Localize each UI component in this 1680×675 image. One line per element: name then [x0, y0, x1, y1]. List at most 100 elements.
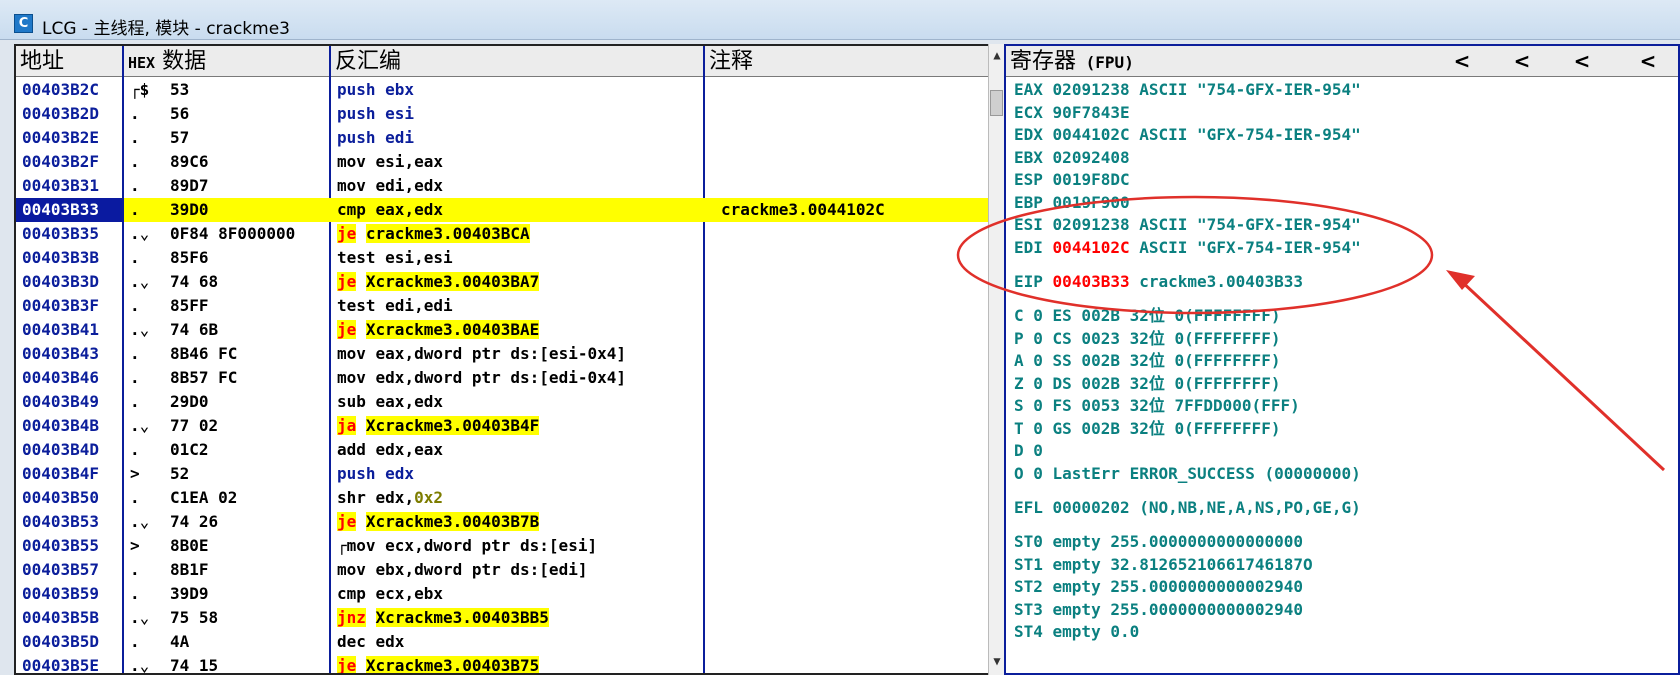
row-address: 00403B2C — [22, 80, 100, 99]
disasm-row[interactable]: 00403B53 74 26 .⌄ je Xcrackme3.00403B7B — [16, 510, 1004, 534]
disasm-row[interactable]: 00403B5B 75 58 .⌄ jnz Xcrackme3.00403BB5 — [16, 606, 1004, 630]
disasm-row[interactable]: 00403B3F 85FF. test edi,edi — [16, 294, 1004, 318]
disasm-row[interactable]: 00403B2C 53 ┌$ push ebx — [16, 78, 1004, 102]
disasm-row[interactable]: 00403B2F 89C6. mov esi,eax — [16, 150, 1004, 174]
fpu-row[interactable]: ST2 empty 255.0000000000002940 — [1014, 575, 1303, 599]
row-address: 00403B2D — [22, 104, 100, 123]
lasterr-row[interactable]: O 0 LastErr ERROR_SUCCESS (00000000) — [1014, 462, 1361, 486]
flag-d-row[interactable]: D 0 — [1014, 439, 1043, 463]
row-address: 00403B3D — [22, 272, 100, 291]
row-comment — [705, 342, 1004, 366]
disasm-row[interactable]: 00403B43 8B46 FC. mov eax,dword ptr ds:[es… — [16, 342, 1004, 366]
disassembly-header: 地址 HEX 数据 反汇编 注释 — [16, 46, 1004, 77]
row-disassembly: test edi,edi — [331, 294, 705, 318]
scroll-up-icon[interactable]: ▲ — [989, 48, 1005, 68]
register-ebx[interactable]: EBX 02092408 — [1014, 146, 1130, 170]
row-mnemonic: push — [337, 128, 376, 147]
segment-row[interactable]: Z 0 DS 002B 32位 0(FFFFFFFF) — [1014, 372, 1280, 396]
row-mnemonic: push — [337, 104, 376, 123]
register-ebp[interactable]: EBP 0019F900 — [1014, 191, 1130, 215]
disasm-row[interactable]: 00403B2D 56. push esi — [16, 102, 1004, 126]
row-operands: esi,eax — [365, 152, 443, 171]
register-ecx[interactable]: ECX 90F7843E — [1014, 101, 1130, 125]
disasm-row[interactable]: 00403B55 8B0E > ┌mov ecx,dword ptr ds:[esi] — [16, 534, 1004, 558]
disasm-row[interactable]: 00403B5D 4A. dec edx — [16, 630, 1004, 654]
segment-row[interactable]: A 0 SS 002B 32位 0(FFFFFFFF) — [1014, 349, 1280, 373]
row-operands: crackme3.00403BCA — [365, 224, 530, 243]
segment-row[interactable]: P 0 CS 0023 32位 0(FFFFFFFF) — [1014, 327, 1280, 351]
row-comment — [705, 150, 1004, 174]
segment-row[interactable]: T 0 GS 002B 32位 0(FFFFFFFF) — [1014, 417, 1280, 441]
row-address: 00403B31 — [22, 176, 100, 195]
column-header-disassembly[interactable]: 反汇编 — [331, 46, 705, 77]
disasm-row[interactable]: 00403B49 29D0. sub eax,edx — [16, 390, 1004, 414]
disasm-row[interactable]: 00403B4D 01C2. add edx,eax — [16, 438, 1004, 462]
row-mnemonic: mov — [337, 344, 366, 363]
row-address: 00403B46 — [22, 368, 100, 387]
disasm-row[interactable]: 00403B5E 74 15 .⌄ je Xcrackme3.00403B75 — [16, 654, 1004, 675]
disasm-row[interactable]: 00403B57 8B1F. mov ebx,dword ptr ds:[edi] — [16, 558, 1004, 582]
disasm-row[interactable]: 00403B4F 52 > push edx — [16, 462, 1004, 486]
row-address: 00403B2F — [22, 152, 100, 171]
disasm-row[interactable]: 00403B35 0F84 8F000000 .⌄ je crackme3.00403… — [16, 222, 1004, 246]
segment-row[interactable]: S 0 FS 0053 32位 7FFDD000(FFF) — [1014, 394, 1300, 418]
nav-left-icon[interactable]: < — [1450, 46, 1474, 77]
disasm-row[interactable]: 00403B31 89D7. mov edi,edx — [16, 174, 1004, 198]
register-esp[interactable]: ESP 0019F8DC — [1014, 168, 1130, 192]
disasm-row[interactable]: 00403B3D 74 68 .⌄ je Xcrackme3.00403BA7 — [16, 270, 1004, 294]
disasm-row[interactable]: 00403B2E 57. push edi — [16, 126, 1004, 150]
row-mnemonic: push — [337, 464, 376, 483]
column-header-address[interactable]: 地址 — [16, 46, 124, 77]
nav-left-icon[interactable]: < — [1510, 46, 1534, 77]
register-edx[interactable]: EDX 0044102C ASCII "GFX-754-IER-954" — [1014, 123, 1361, 147]
row-mnemonic: sub — [337, 392, 366, 411]
row-disassembly: push esi — [331, 102, 705, 126]
registers-title[interactable]: 寄存器 (FPU) — [1010, 46, 1134, 78]
row-address: 00403B3F — [22, 296, 100, 315]
nav-left-icon[interactable]: < — [1570, 46, 1594, 77]
row-comment — [705, 222, 1004, 246]
fpu-row[interactable]: ST4 empty 0.0 — [1014, 620, 1139, 644]
register-eax[interactable]: EAX 02091238 ASCII "754-GFX-IER-954" — [1014, 78, 1361, 102]
nav-left-icon[interactable]: < — [1636, 46, 1660, 77]
row-disassembly: test esi,esi — [331, 246, 705, 270]
disasm-row[interactable]: 00403B50 C1EA 02. shr edx,0x2 — [16, 486, 1004, 510]
row-address: 00403B57 — [22, 560, 100, 579]
row-address: 00403B5E — [22, 656, 100, 675]
row-comment — [705, 534, 1004, 558]
row-mnemonic: cmp — [337, 584, 366, 603]
row-operands: eax,edx — [365, 200, 443, 219]
fpu-row[interactable]: ST3 empty 255.0000000000002940 — [1014, 598, 1303, 622]
register-edi[interactable]: EDI 0044102C ASCII "GFX-754-IER-954" — [1014, 236, 1361, 260]
registers-pane[interactable]: 寄存器 (FPU) < < < < EAX 02091238 ASCII "75… — [1004, 44, 1680, 675]
row-mnemonic: je — [337, 272, 357, 291]
column-header-hex[interactable]: HEX 数据 — [124, 46, 331, 77]
disassembly-pane[interactable]: 地址 HEX 数据 反汇编 注释 00403B2C 53 ┌$ push ebx 004… — [14, 44, 1004, 675]
row-flow-mark: .⌄ — [130, 608, 150, 627]
scroll-thumb[interactable] — [990, 90, 1003, 116]
disasm-row[interactable]: 00403B41 74 6B .⌄ je Xcrackme3.00403BAE — [16, 318, 1004, 342]
row-operands: edx,eax — [365, 440, 443, 459]
register-eip[interactable]: EIP 00403B33 crackme3.00403B33 — [1014, 270, 1303, 294]
disasm-row[interactable]: 00403B3B 85F6. test esi,esi — [16, 246, 1004, 270]
row-disassembly: push ebx — [331, 78, 705, 102]
register-esi[interactable]: ESI 02091238 ASCII "754-GFX-IER-954" — [1014, 213, 1361, 237]
disasm-row[interactable]: 00403B46 8B57 FC. mov edx,dword ptr ds:[ed… — [16, 366, 1004, 390]
fpu-row[interactable]: ST1 empty 32.81265210661746187O — [1014, 553, 1313, 577]
row-address: 00403B3B — [22, 248, 100, 267]
disasm-row[interactable]: 00403B33 39D0. cmp eax,edx crackme3.0044102… — [16, 198, 1004, 222]
eflags-row[interactable]: EFL 00000202 (NO,NB,NE,A,NS,PO,GE,G) — [1014, 496, 1361, 520]
row-comment — [705, 102, 1004, 126]
row-operands: ebx — [375, 80, 415, 99]
column-header-comment[interactable]: 注释 — [705, 46, 1004, 77]
scroll-down-icon[interactable]: ▼ — [989, 654, 1005, 674]
row-operands: edi,edi — [375, 296, 453, 315]
hex-data-label: 数据 — [162, 49, 207, 74]
row-address: 00403B5D — [22, 632, 100, 651]
disasm-row[interactable]: 00403B4B 77 02 .⌄ ja Xcrackme3.00403B4F — [16, 414, 1004, 438]
segment-row[interactable]: C 0 ES 002B 32位 0(FFFFFFFF) — [1014, 304, 1280, 328]
disasm-row[interactable]: 00403B59 39D9. cmp ecx,ebx — [16, 582, 1004, 606]
row-mnemonic: je — [337, 656, 357, 675]
disassembly-scrollbar[interactable]: ▲ ▼ — [988, 44, 1004, 675]
fpu-row[interactable]: ST0 empty 255.0000000000000000 — [1014, 530, 1303, 554]
